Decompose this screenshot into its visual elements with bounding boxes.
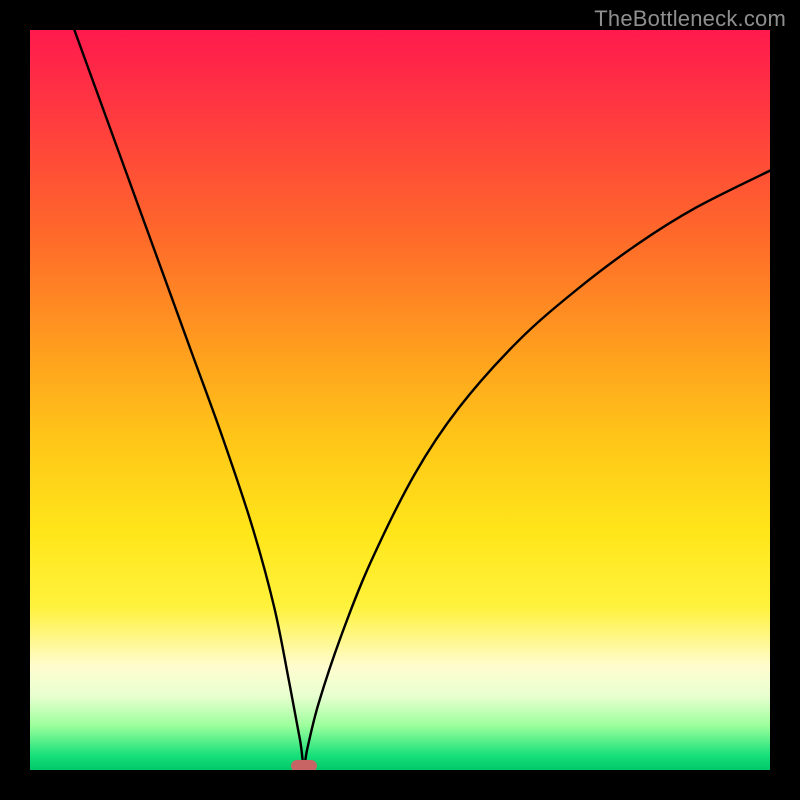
minimum-marker: [291, 760, 317, 770]
bottleneck-curve: [30, 30, 770, 770]
plot-area: [30, 30, 770, 770]
chart-frame: TheBottleneck.com: [0, 0, 800, 800]
watermark-text: TheBottleneck.com: [594, 6, 786, 32]
